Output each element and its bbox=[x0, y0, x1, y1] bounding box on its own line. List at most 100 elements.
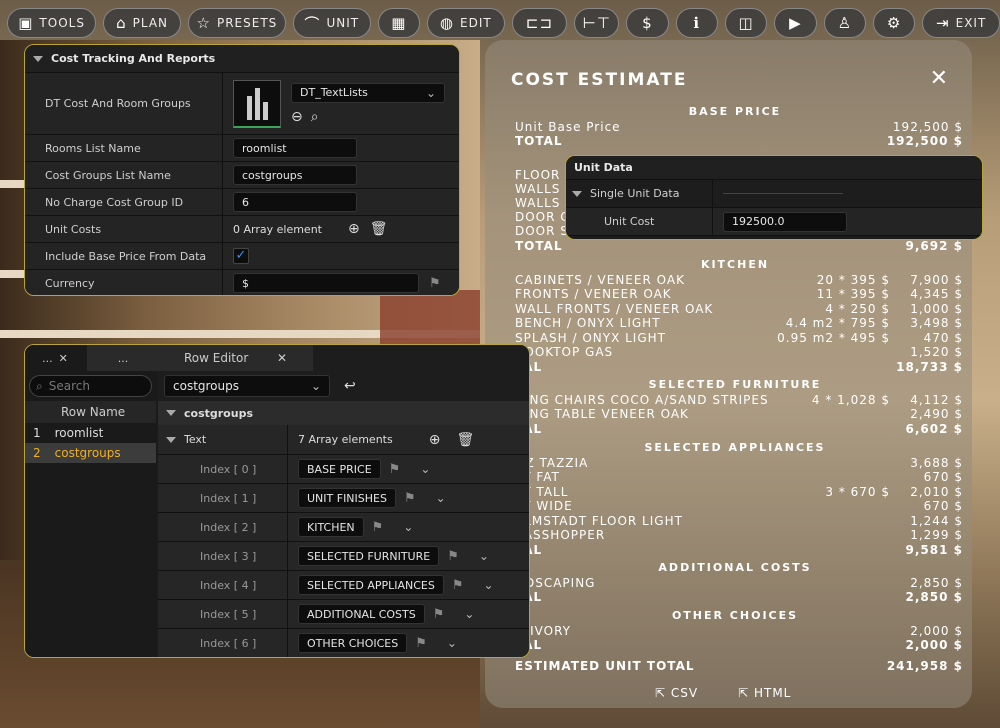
index-text-input[interactable]: SELECTED APPLIANCES bbox=[298, 575, 444, 595]
field-label: Cost Groups List Name bbox=[25, 162, 223, 188]
tools-icon: ▣ bbox=[18, 14, 34, 32]
panel-header[interactable]: Cost Tracking And Reports bbox=[25, 45, 459, 73]
text-array-label[interactable]: Text bbox=[158, 425, 288, 454]
line-item-amount: 18,733 $ bbox=[896, 360, 963, 374]
cost-tracking-panel: Cost Tracking And Reports DT Cost And Ro… bbox=[24, 44, 460, 296]
trash-icon[interactable]: 🗑 bbox=[370, 221, 388, 237]
floorplan-button[interactable]: ▦ bbox=[377, 8, 420, 38]
export-csv-button[interactable]: ⇱ CSV bbox=[655, 686, 698, 700]
close-icon[interactable]: ✕ bbox=[59, 352, 68, 365]
background-brick-wall bbox=[380, 290, 480, 350]
chevron-down-icon[interactable]: ⌄ bbox=[436, 491, 446, 505]
collapse-icon bbox=[166, 410, 176, 416]
index-text-input[interactable]: UNIT FINISHES bbox=[298, 488, 396, 508]
add-icon[interactable]: ⊕ bbox=[429, 432, 441, 448]
index-text-input[interactable]: BASE PRICE bbox=[298, 459, 381, 479]
exit-button[interactable]: ⇥ EXIT bbox=[922, 8, 1000, 38]
info-button[interactable]: ℹ bbox=[675, 8, 718, 38]
presets-button[interactable]: ☆ PRESETS bbox=[187, 8, 286, 38]
line-item-quantity: 0.95 m2 * 495 $ bbox=[777, 331, 890, 345]
plan-button[interactable]: ⌂ PLAN bbox=[103, 8, 181, 38]
flag-icon[interactable]: ⚑ bbox=[404, 491, 416, 506]
estimate-line: G IVORY 2,000 $ bbox=[515, 624, 963, 638]
flag-icon[interactable]: ⚑ bbox=[429, 276, 441, 291]
chevron-down-icon[interactable]: ⌄ bbox=[479, 549, 489, 563]
field-label: DT Cost And Room Groups bbox=[25, 73, 223, 134]
chevron-down-icon[interactable]: ⌄ bbox=[484, 578, 494, 592]
back-arrow-icon[interactable]: ↩ bbox=[344, 378, 356, 394]
section-row[interactable]: Single Unit Data bbox=[566, 180, 713, 207]
row-name-header: Row Name bbox=[25, 401, 156, 423]
index-label: Index [ 6 ] bbox=[158, 629, 288, 657]
chevron-down-icon[interactable]: ⌄ bbox=[464, 607, 474, 621]
array-index-row: Index [ 6 ] OTHER CHOICES ⚑ ⌄ bbox=[158, 629, 529, 657]
cost-button[interactable]: $ bbox=[626, 8, 669, 38]
currency-input[interactable]: $ bbox=[233, 273, 419, 293]
unit-button[interactable]: ⌒ UNIT bbox=[292, 8, 371, 38]
flag-icon[interactable]: ⚑ bbox=[389, 462, 401, 477]
measure-button[interactable]: ⊢⊤ bbox=[574, 8, 620, 38]
play-button[interactable]: ▶ bbox=[774, 8, 817, 38]
chevron-down-icon[interactable]: ⌄ bbox=[403, 520, 413, 534]
estimate-line: TAL18,733 $ bbox=[515, 360, 963, 374]
search-icon: ⌕ bbox=[36, 378, 43, 393]
tab-datatable[interactable]: ... ✕ bbox=[25, 345, 85, 371]
chevron-down-icon[interactable]: ⌄ bbox=[447, 636, 457, 650]
tab-row-editor[interactable]: Row Editor ✕ bbox=[158, 345, 313, 371]
index-text-input[interactable]: ADDITIONAL COSTS bbox=[298, 604, 425, 624]
line-item-quantity: 4 * 1,028 $ bbox=[811, 393, 890, 407]
no-charge-input[interactable]: 6 bbox=[233, 192, 357, 212]
flag-icon[interactable]: ⚑ bbox=[447, 549, 459, 564]
edit-button[interactable]: ◍ EDIT bbox=[426, 8, 505, 38]
flag-icon[interactable]: ⚑ bbox=[452, 578, 464, 593]
line-item-amount: 1,299 $ bbox=[910, 528, 963, 542]
line-item-name: TOTAL bbox=[515, 134, 563, 148]
floorplan-icon: ▦ bbox=[391, 14, 407, 32]
sofa-icon: ⊏⊐ bbox=[525, 14, 554, 32]
estimate-line: TAL2,000 $ bbox=[515, 638, 963, 652]
user-button[interactable]: ♙ bbox=[823, 8, 866, 38]
panel-header[interactable]: Unit Data bbox=[566, 156, 982, 180]
estimate-line: ESTIMATED UNIT TOTAL 241,958 $ bbox=[515, 659, 963, 673]
html-icon: ⇱ bbox=[738, 686, 754, 700]
estimate-line: NING CHAIRS COCO A/SAND STRIPES 4 * 1,028… bbox=[515, 393, 963, 407]
search-input[interactable]: ⌕ Search bbox=[29, 375, 152, 397]
row-item-selected[interactable]: 2 costgroups bbox=[25, 443, 156, 463]
add-icon[interactable]: ⊕ bbox=[348, 221, 360, 237]
index-text-input[interactable]: KITCHEN bbox=[298, 517, 364, 537]
row-item[interactable]: 1 roomlist bbox=[25, 423, 156, 443]
flag-icon[interactable]: ⚑ bbox=[415, 636, 427, 651]
close-icon[interactable]: ✕ bbox=[277, 351, 287, 365]
chevron-down-icon[interactable]: ⌄ bbox=[420, 462, 430, 476]
unit-cost-input[interactable]: 192500.0 bbox=[723, 211, 847, 232]
line-item-name: TOTAL bbox=[515, 239, 563, 253]
use-selected-icon[interactable]: ⊖ bbox=[291, 109, 303, 125]
index-text-input[interactable]: OTHER CHOICES bbox=[298, 633, 408, 653]
trash-icon[interactable]: 🗑 bbox=[456, 432, 474, 448]
chart-button[interactable]: ◫ bbox=[724, 8, 768, 38]
row-select[interactable]: costgroups ⌄ bbox=[164, 375, 330, 397]
tools-button[interactable]: ▣ TOOLS bbox=[7, 8, 97, 38]
line-item-name: BENCH / ONYX LIGHT bbox=[515, 316, 661, 330]
datatable-select[interactable]: DT_TextLists ⌄ bbox=[291, 82, 445, 103]
index-text-input[interactable]: SELECTED FURNITURE bbox=[298, 546, 440, 566]
array-index-row: Index [ 4 ] SELECTED APPLIANCES ⚑ ⌄ bbox=[158, 571, 529, 600]
line-item-amount: 1,244 $ bbox=[910, 514, 963, 528]
settings-button[interactable]: ⚙ bbox=[872, 8, 916, 38]
section-row[interactable]: costgroups bbox=[158, 401, 529, 425]
close-icon[interactable]: ✕ bbox=[930, 66, 948, 91]
furniture-button[interactable]: ⊏⊐ bbox=[511, 8, 568, 38]
line-item-quantity: 4 * 250 $ bbox=[825, 302, 890, 316]
rooms-list-input[interactable]: roomlist bbox=[233, 138, 357, 158]
flag-icon[interactable]: ⚑ bbox=[372, 520, 384, 535]
row-editor-pane: Row Editor ✕ costgroups ⌄ ↩ costgroups Tex… bbox=[158, 345, 529, 657]
cost-groups-input[interactable]: costgroups bbox=[233, 165, 357, 185]
flag-icon[interactable]: ⚑ bbox=[433, 607, 445, 622]
estimate-line: TOTAL 192,500 $ bbox=[515, 134, 963, 148]
line-item-amount: 6,602 $ bbox=[905, 422, 963, 436]
export-html-button[interactable]: ⇱ HTML bbox=[738, 686, 791, 700]
browse-folder-icon[interactable]: ⌕ bbox=[311, 109, 319, 125]
line-item-amount: 9,581 $ bbox=[905, 543, 963, 557]
include-base-price-checkbox[interactable]: ✓ bbox=[233, 248, 249, 264]
tab-second[interactable]: ... bbox=[87, 345, 159, 371]
